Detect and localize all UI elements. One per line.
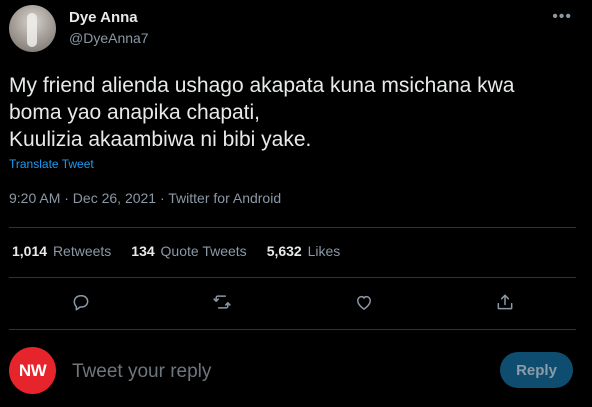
tweet-timestamp[interactable]: 9:20 AM · Dec 26, 2021 · Twitter for And… xyxy=(9,190,281,206)
tweet-line: Kuulizia akaambiwa ni bibi yake. xyxy=(9,128,312,151)
user-avatar[interactable]: NW xyxy=(9,347,56,394)
retweets-label: Retweets xyxy=(52,243,112,259)
quote-tweets-label: Quote Tweets xyxy=(160,243,247,259)
tweet-line: My friend alienda ushago akapata kuna ms… xyxy=(9,74,515,97)
avatar-figure xyxy=(27,13,37,47)
like-icon[interactable] xyxy=(351,289,377,315)
reply-icon[interactable] xyxy=(68,289,94,315)
tweet-stats: 1,014 Retweets 134 Quote Tweets 5,632 Li… xyxy=(12,243,340,259)
reply-button[interactable]: Reply xyxy=(500,352,573,388)
author-handle[interactable]: @DyeAnna7 xyxy=(69,30,149,46)
divider xyxy=(9,329,576,330)
tweet-actions xyxy=(0,289,592,315)
translate-tweet-link[interactable]: Translate Tweet xyxy=(9,157,94,171)
retweets-stat[interactable]: 1,014 Retweets xyxy=(12,243,111,259)
retweets-count: 1,014 xyxy=(12,243,48,259)
divider xyxy=(9,277,576,278)
reply-input[interactable] xyxy=(70,357,474,387)
author-avatar[interactable] xyxy=(9,5,56,52)
tweet-text: My friend alienda ushago akapata kuna ms… xyxy=(9,72,579,153)
more-horizontal-icon[interactable]: ••• xyxy=(552,8,572,26)
author-name[interactable]: Dye Anna xyxy=(69,9,138,26)
divider xyxy=(9,227,576,228)
quote-tweets-stat[interactable]: 134 Quote Tweets xyxy=(131,243,246,259)
share-icon[interactable] xyxy=(492,289,518,315)
likes-label: Likes xyxy=(307,243,341,259)
retweet-icon[interactable] xyxy=(209,289,235,315)
tweet-line: boma yao anapika chapati, xyxy=(9,101,261,124)
likes-stat[interactable]: 5,632 Likes xyxy=(267,243,341,259)
quote-tweets-count: 134 xyxy=(131,243,155,259)
likes-count: 5,632 xyxy=(266,243,302,259)
